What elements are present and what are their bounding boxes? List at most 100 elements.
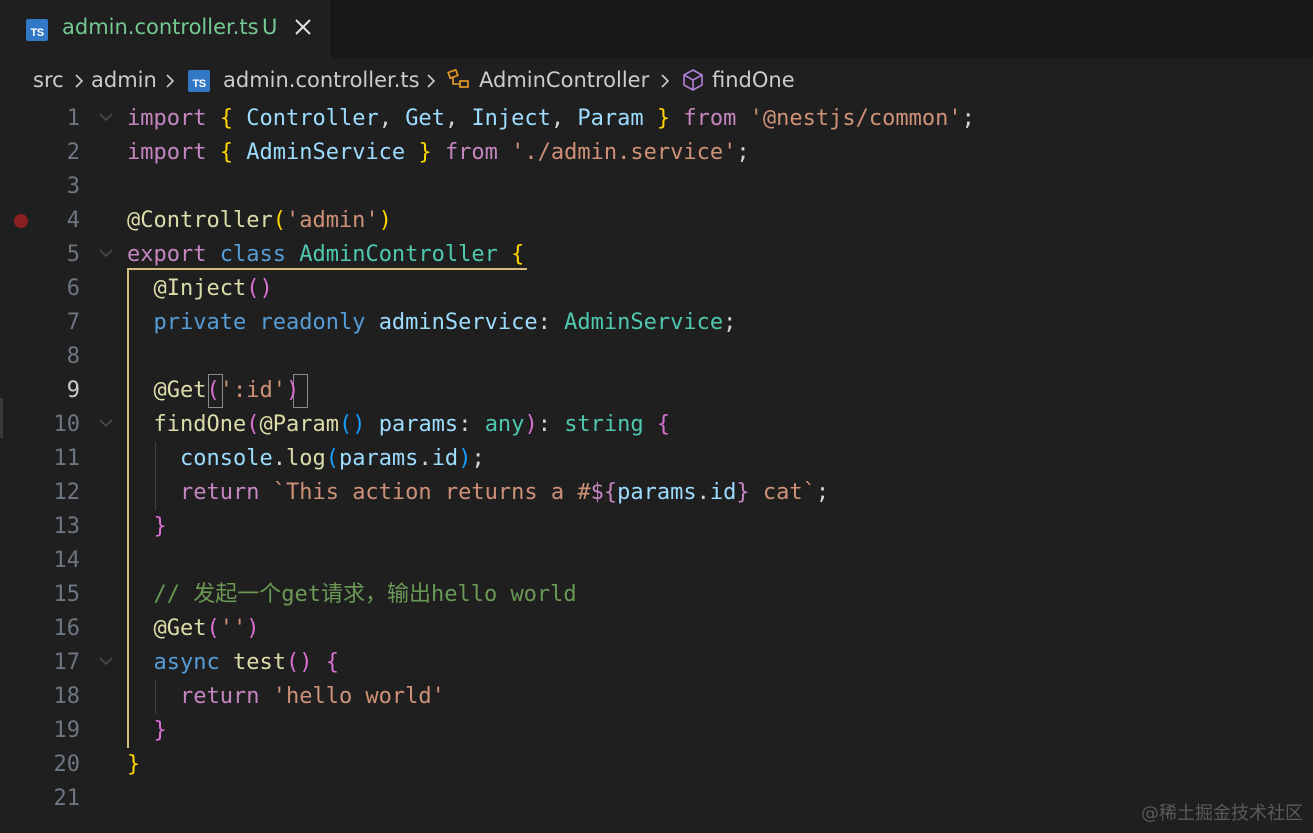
line-number[interactable]: 8 (20, 340, 80, 374)
code-area[interactable]: 1 import { Controller, Get, Inject, Param… (0, 102, 1313, 833)
code-token: { (219, 140, 233, 165)
code-token: { (325, 650, 339, 675)
code-text[interactable]: @Get('') (127, 612, 260, 646)
fold-chevron-icon[interactable] (98, 247, 114, 259)
code-line[interactable]: 2 import { AdminService } from './admin.s… (0, 136, 1313, 170)
code-line[interactable]: 11 console.log(params.id); (0, 442, 1313, 476)
code-line[interactable]: 10 findOne(@Param() params: any): string… (0, 408, 1313, 442)
code-text[interactable]: export class AdminController { (127, 238, 524, 272)
line-number[interactable]: 4 (20, 204, 80, 238)
code-line[interactable]: 14 (0, 544, 1313, 578)
line-number[interactable]: 15 (20, 578, 81, 612)
chevron-right-icon (75, 74, 84, 88)
code-token: log (285, 446, 326, 471)
code-text[interactable]: } (127, 714, 167, 748)
code-line[interactable]: 13 } (0, 510, 1313, 544)
code-token: } (736, 480, 750, 505)
code-token: class (219, 242, 286, 267)
line-number[interactable]: 20 (20, 748, 81, 782)
line-number[interactable]: 7 (20, 306, 80, 340)
line-number[interactable]: 1 (20, 102, 80, 136)
fold-chevron-icon[interactable] (98, 417, 114, 429)
code-text[interactable]: private readonly adminService: AdminServ… (127, 306, 737, 340)
code-line[interactable]: 15 // 发起一个get请求，输出hello world (0, 578, 1313, 612)
code-line[interactable]: 18 return 'hello world' (0, 680, 1313, 714)
breadcrumb-item-admin[interactable]: admin (91, 68, 157, 92)
code-token: return (179, 480, 260, 505)
code-text[interactable]: import { Controller, Get, Inject, Param … (127, 102, 975, 136)
line-number[interactable]: 12 (20, 476, 81, 510)
code-line[interactable]: 12 return `This action returns a #${para… (0, 476, 1313, 510)
close-icon[interactable] (290, 14, 316, 40)
code-text[interactable]: @Controller('admin') (127, 204, 392, 238)
line-number[interactable]: 2 (20, 136, 80, 170)
code-line[interactable]: 20} (0, 748, 1313, 782)
tab-admin-controller[interactable]: TS admin.controller.ts U (0, 0, 330, 58)
line-number[interactable]: 3 (20, 170, 80, 204)
line-number[interactable]: 19 (20, 714, 81, 748)
code-line[interactable]: 3 (0, 170, 1313, 204)
code-line[interactable]: 1 import { Controller, Get, Inject, Param… (0, 102, 1313, 136)
code-token: ; (815, 480, 830, 505)
line-number[interactable]: 18 (20, 680, 81, 714)
code-line[interactable]: 21 (0, 782, 1313, 816)
code-token: ) (285, 378, 300, 403)
code-line[interactable]: 6 @Inject() (0, 272, 1313, 306)
code-text[interactable]: import { AdminService } from './admin.se… (127, 136, 750, 170)
code-token: './admin.service' (511, 140, 737, 165)
line-number[interactable]: 5 (20, 238, 80, 272)
code-text[interactable]: return `This action returns a #${params.… (127, 476, 829, 510)
code-token: adminService (378, 310, 538, 335)
line-number[interactable]: 9 (20, 374, 80, 408)
code-text[interactable]: console.log(params.id); (127, 442, 485, 476)
code-token: from (683, 106, 737, 131)
line-number[interactable]: 16 (20, 612, 81, 646)
code-token: ${ (590, 480, 618, 505)
line-number[interactable]: 21 (20, 782, 81, 816)
code-text[interactable]: } (127, 748, 140, 782)
code-line[interactable]: 9 @Get(':id') (0, 374, 1313, 408)
line-number[interactable]: 14 (20, 544, 81, 578)
code-token: async (153, 650, 220, 675)
code-token: `This action returns a # (272, 480, 591, 505)
line-number[interactable]: 10 (20, 408, 81, 442)
breakpoint-icon[interactable] (14, 214, 28, 228)
line-number[interactable]: 11 (20, 442, 81, 476)
code-text[interactable]: findOne(@Param() params: any): string { (127, 408, 671, 442)
breadcrumb-item-file[interactable]: admin.controller.ts (223, 68, 420, 92)
code-line[interactable]: 7 private readonly adminService: AdminSe… (0, 306, 1313, 340)
code-line[interactable]: 4 @Controller('admin') (0, 204, 1313, 238)
breadcrumb-item-method[interactable]: findOne (712, 68, 795, 92)
code-text[interactable]: return 'hello world' (127, 680, 445, 714)
untracked-badge: U (262, 15, 278, 39)
fold-chevron-icon[interactable] (98, 111, 114, 123)
code-text[interactable]: @Inject() (127, 272, 273, 306)
code-line[interactable]: 16 @Get('') (0, 612, 1313, 646)
code-line[interactable]: 5 export class AdminController { (0, 238, 1313, 272)
code-token: , (378, 106, 406, 131)
code-token: ( (206, 616, 220, 641)
line-number[interactable]: 6 (20, 272, 80, 306)
code-line[interactable]: 8 (0, 340, 1313, 374)
line-number[interactable]: 17 (20, 646, 81, 680)
breadcrumb-item-class[interactable]: AdminController (479, 68, 649, 92)
code-token: . (272, 446, 286, 471)
code-text[interactable]: } (127, 510, 167, 544)
fold-chevron-icon[interactable] (98, 655, 114, 667)
code-text[interactable]: // 发起一个get请求，输出hello world (127, 578, 577, 612)
line-number[interactable]: 13 (20, 510, 81, 544)
code-text[interactable]: async test() { (127, 646, 339, 680)
code-token: import (127, 106, 207, 131)
code-text[interactable]: @Get(':id') (127, 374, 300, 408)
code-line[interactable]: 17 async test() { (0, 646, 1313, 680)
code-line[interactable]: 19 } (0, 714, 1313, 748)
code-token: AdminService (246, 140, 406, 165)
breadcrumb-item-src[interactable]: src (33, 68, 64, 92)
